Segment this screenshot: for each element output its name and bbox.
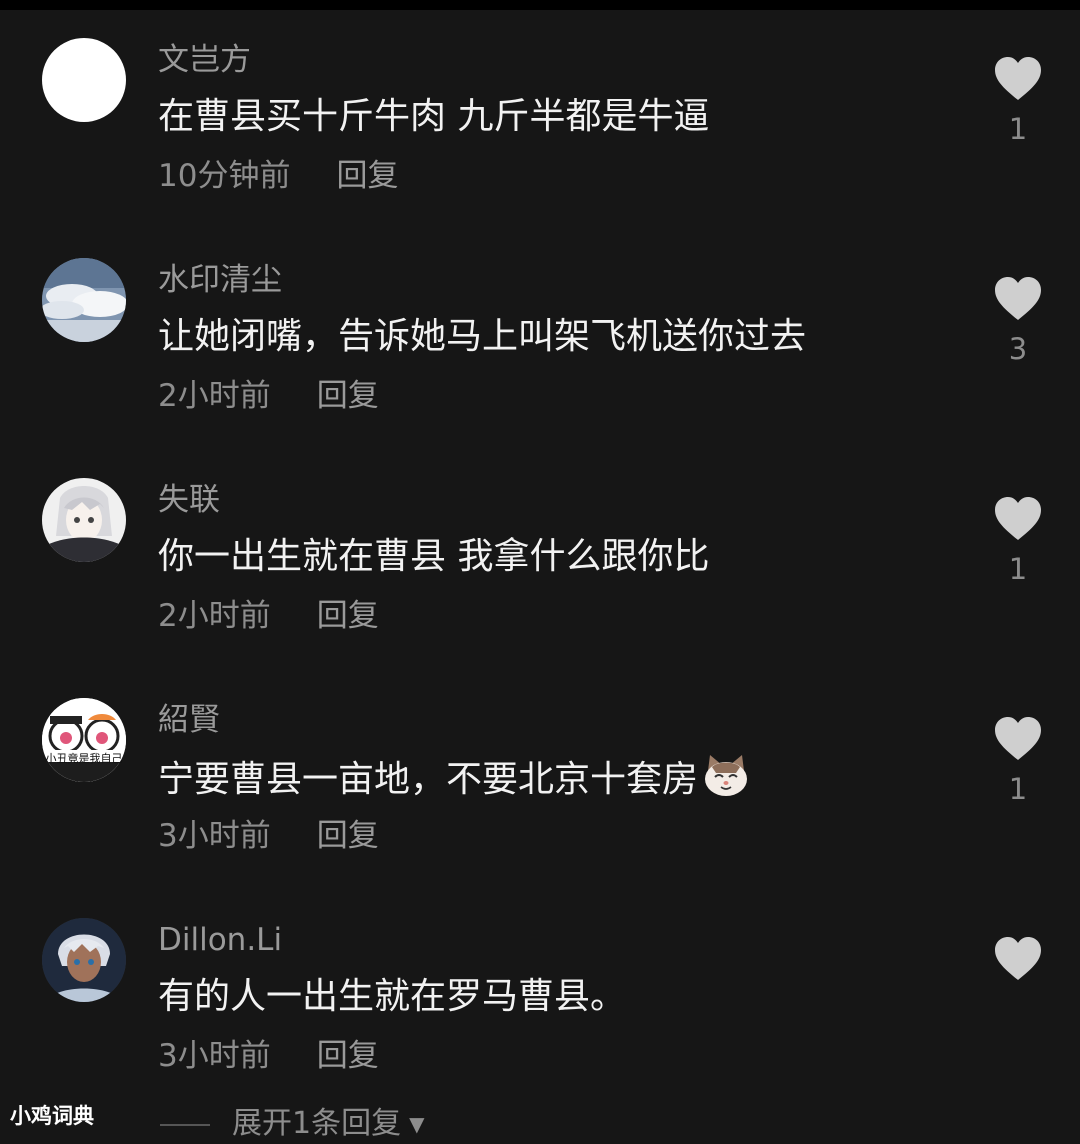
comment-text: 在曹县买十斤牛肉 九斤半都是牛逼: [158, 96, 710, 137]
comment-time: 2小时前: [158, 378, 271, 414]
comment-item: 失联 你一出生就在曹县 我拿什么跟你比 2小时前 回复 1: [0, 478, 1080, 678]
cartoon-duo-avatar: [42, 698, 126, 782]
comment-text: 宁要曹县一亩地，不要北京十套房: [158, 753, 750, 804]
anime-character-avatar: [42, 478, 126, 562]
like-count: 1: [1008, 772, 1028, 806]
like-count: 1: [1008, 112, 1028, 146]
heart-icon: [995, 717, 1041, 760]
username[interactable]: 水印清尘: [158, 260, 282, 300]
username[interactable]: Dillon.Li: [158, 920, 282, 960]
caret-down-icon: ▼: [409, 1112, 425, 1136]
reply-button[interactable]: 回复: [317, 376, 379, 416]
expand-replies-button[interactable]: 展开1条回复 ▼: [160, 1104, 424, 1144]
expand-replies-label: 展开1条回复: [232, 1106, 402, 1141]
reply-button[interactable]: 回复: [317, 816, 379, 856]
reply-button[interactable]: 回复: [336, 156, 398, 196]
user-avatar[interactable]: [42, 258, 126, 342]
comment-meta: 2小时前 回复: [158, 596, 379, 636]
heart-icon: [995, 277, 1041, 320]
comment-time: 3小时前: [158, 818, 271, 854]
cat-face-emoji: [705, 755, 748, 796]
top-bar: [0, 0, 1080, 10]
reply-button[interactable]: 回复: [317, 1036, 379, 1076]
heart-icon: [995, 57, 1041, 100]
like-button[interactable]: 3: [990, 276, 1046, 366]
comment-text: 你一出生就在曹县 我拿什么跟你比: [158, 536, 710, 577]
comment-text: 让她闭嘴，告诉她马上叫架飞机送你过去: [158, 316, 807, 357]
comment-time: 2小时前: [158, 598, 271, 634]
watermark: 小鸡词典: [10, 1104, 94, 1128]
username[interactable]: 紹賢: [158, 700, 220, 740]
reply-button[interactable]: 回复: [317, 596, 379, 636]
anime-boy-avatar: [42, 918, 126, 1002]
user-avatar[interactable]: [42, 38, 126, 122]
like-count: 3: [1008, 332, 1028, 366]
comment-meta: 3小时前 回复: [158, 816, 379, 856]
heart-icon: [995, 497, 1041, 540]
like-button[interactable]: 1: [990, 56, 1046, 146]
like-button[interactable]: 1: [990, 496, 1046, 586]
comment-meta: 10分钟前 回复: [158, 156, 398, 196]
avatar-caption: 小丑竟是我自己: [45, 752, 123, 765]
comment-item: 小丑竟是我自己 紹賢 宁要曹县一亩地，不要北京十套房 3小时前 回复 1: [0, 698, 1080, 898]
user-avatar[interactable]: [42, 918, 126, 1002]
user-avatar[interactable]: [42, 478, 126, 562]
comment-text-content: 宁要曹县一亩地，不要北京十套房: [158, 759, 699, 800]
comment-time: 10分钟前: [158, 158, 291, 194]
comment-item: 水印清尘 让她闭嘴，告诉她马上叫架飞机送你过去 2小时前 回复 3: [0, 258, 1080, 458]
like-button[interactable]: [990, 936, 1046, 992]
sky-cloud-avatar: [42, 258, 126, 342]
comment-time: 3小时前: [158, 1038, 271, 1074]
comment-meta: 3小时前 回复: [158, 1036, 379, 1076]
like-button[interactable]: 1: [990, 716, 1046, 806]
divider-line: [160, 1123, 210, 1126]
comment-item: 文岂方 在曹县买十斤牛肉 九斤半都是牛逼 10分钟前 回复 1: [0, 38, 1080, 238]
like-count: 1: [1008, 552, 1028, 586]
comment-item: Dillon.Li 有的人一出生就在罗马曹县。 3小时前 回复: [0, 918, 1080, 1118]
username[interactable]: 文岂方: [158, 40, 251, 80]
comment-meta: 2小时前 回复: [158, 376, 379, 416]
username[interactable]: 失联: [158, 480, 220, 520]
comment-text: 有的人一出生就在罗马曹县。: [158, 976, 627, 1017]
user-avatar[interactable]: [42, 698, 126, 782]
heart-icon: [995, 937, 1041, 980]
